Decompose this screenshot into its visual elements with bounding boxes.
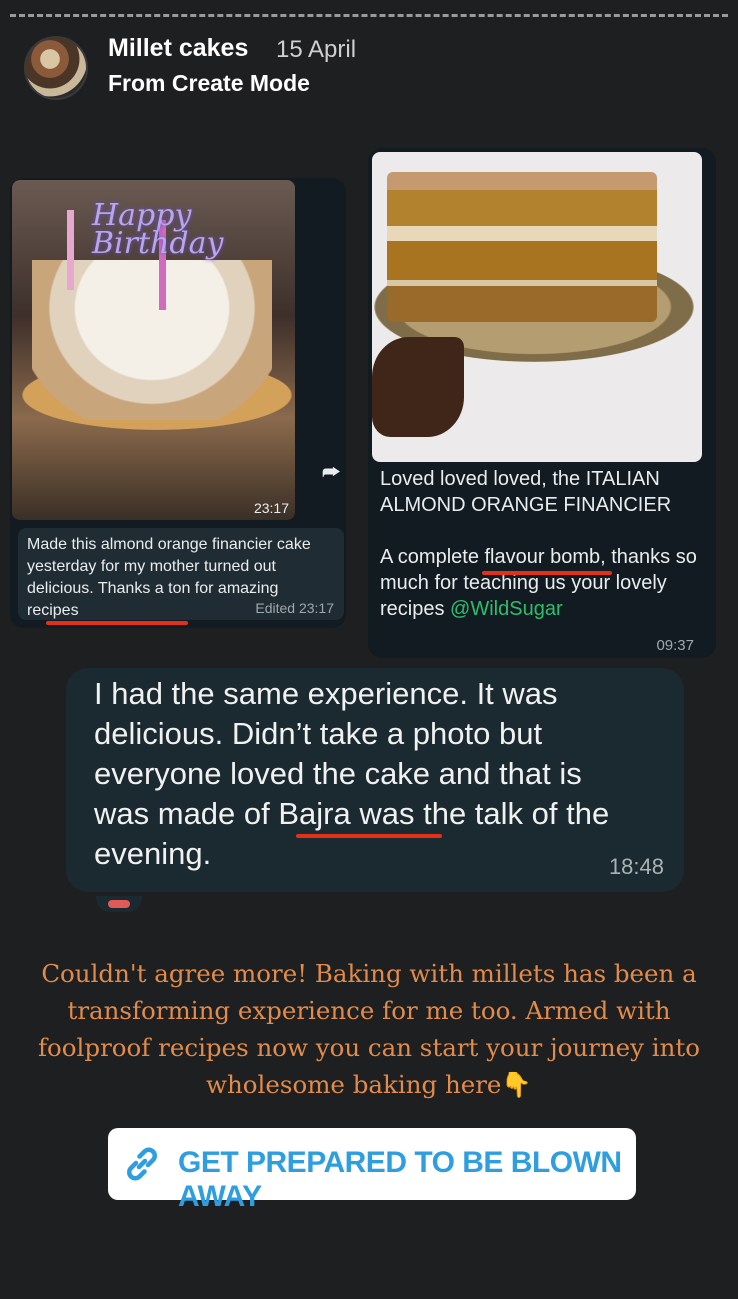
edited-timestamp: Edited 23:17	[255, 600, 334, 616]
mention-link[interactable]: @WildSugar	[450, 598, 563, 620]
right-caption: Loved loved loved, the ITALIAN ALMOND OR…	[380, 466, 700, 622]
underline-mark	[482, 571, 612, 575]
layered-cake	[387, 172, 657, 322]
left-caption: Made this almond orange financier cake y…	[18, 528, 344, 620]
story-date: 15 April	[276, 36, 357, 63]
reply-bubble: I had the same experience. It was delici…	[66, 668, 684, 892]
forward-icon: ⮫	[322, 462, 341, 484]
reply-text: I had the same experience. It was delici…	[94, 676, 610, 871]
right-timestamp: 09:37	[656, 637, 694, 654]
cake-topper: Happy Birthday	[92, 198, 224, 261]
underline-mark	[46, 621, 188, 625]
avatar[interactable]	[24, 36, 88, 100]
link-sticker-button[interactable]: GET PREPARED TO BE BLOWN AWAY	[108, 1128, 636, 1213]
story-message: Couldn't agree more! Baking with millets…	[37, 959, 700, 1099]
story-subtitle: From Create Mode	[108, 70, 310, 96]
financier-cake-photo	[372, 152, 702, 462]
link-icon	[127, 1147, 157, 1181]
birthday-cake-photo: Happy Birthday 23:17	[12, 180, 295, 520]
story-title[interactable]: Millet cakes	[108, 34, 248, 63]
candle	[67, 210, 74, 290]
right-caption-line1: Loved loved loved, the ITALIAN ALMOND OR…	[380, 468, 672, 516]
right-chat-screenshot: Loved loved loved, the ITALIAN ALMOND OR…	[368, 148, 716, 658]
left-chat-screenshot: Happy Birthday 23:17 ⮫ Made this almond …	[10, 178, 346, 628]
hand	[372, 337, 464, 437]
underline-mark	[296, 834, 442, 838]
photo-timestamp: 23:17	[253, 500, 289, 516]
heart-reaction-icon	[96, 896, 142, 912]
reply-timestamp: 18:48	[608, 854, 664, 879]
story-progress-bar	[10, 14, 728, 20]
link-label: GET PREPARED TO BE BLOWN AWAY	[178, 1146, 622, 1213]
